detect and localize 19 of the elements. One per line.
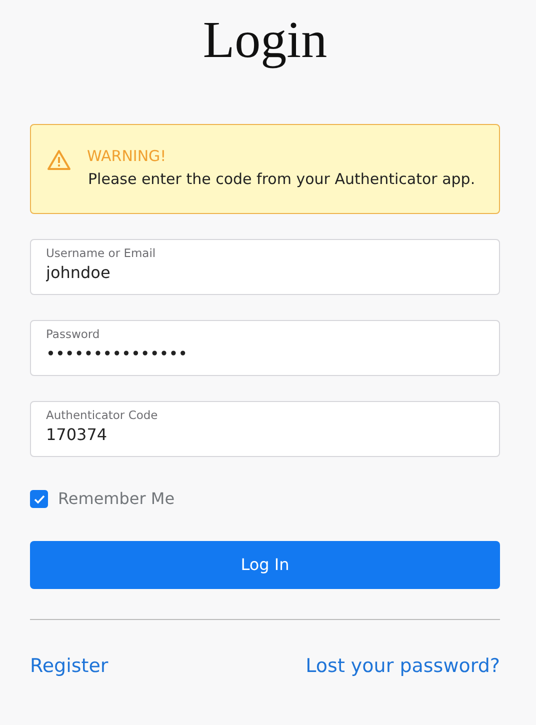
input-field[interactable]: Username or Email johndoe [30,239,500,296]
input-field[interactable]: Authenticator Code 170374 [30,401,500,458]
field-label: Username or Email [46,247,157,262]
field-label: Authenticator Code [46,409,159,424]
alert-heading: WARNING! [87,146,168,168]
link[interactable]: Register [30,652,108,681]
page-title: Login [202,11,328,71]
alert-message: Please enter the code from your Authenticator app. [88,168,476,190]
login-button[interactable]: Log In [30,541,500,590]
input-field[interactable]: Password ••••••••••••••• [30,320,500,376]
field-value[interactable]: ••••••••••••••• [46,342,484,366]
checkbox[interactable] [30,490,48,508]
field-label: Password [46,328,101,342]
warning-icon [47,149,71,172]
checkbox-label[interactable]: Remember Me [58,487,175,512]
field-value[interactable]: johndoe [46,261,484,286]
link[interactable]: Lost your password? [306,652,500,681]
checkmark-icon [34,494,44,504]
field-value[interactable]: 170374 [46,423,484,448]
